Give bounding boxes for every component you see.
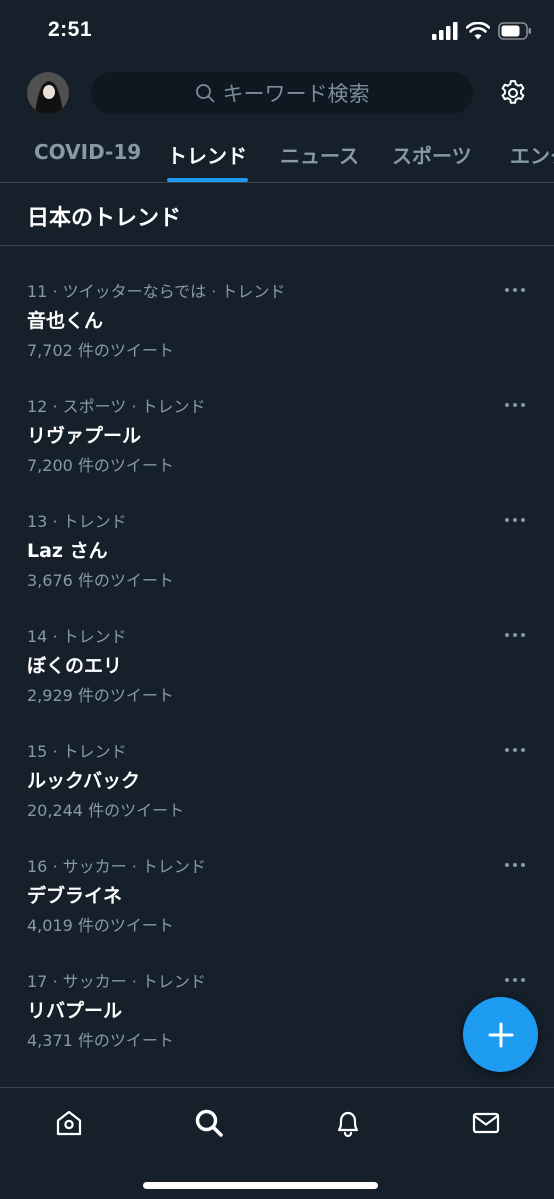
home-icon[interactable] [54, 1108, 84, 1138]
trend-name: デブライネ [27, 885, 123, 907]
cellular-signal-icon [432, 22, 458, 40]
trend-meta: 16 · サッカー · トレンド [27, 857, 206, 876]
trend-count: 2,929 件のツイート [27, 686, 174, 705]
more-options-icon[interactable] [504, 970, 526, 990]
avatar[interactable] [27, 72, 69, 114]
trend-name: Laz さん [27, 540, 108, 562]
trend-count: 7,702 件のツイート [27, 341, 174, 360]
tab-trends[interactable]: トレンド [167, 140, 247, 169]
status-bar: 2:51 [0, 0, 554, 64]
mail-icon[interactable] [471, 1108, 501, 1138]
trend-meta: 15 · トレンド [27, 742, 127, 761]
trend-meta: 13 · トレンド [27, 512, 127, 531]
status-time: 2:51 [48, 18, 93, 41]
trend-item[interactable]: 15 · トレンド ルックバック 20,244 件のツイート [0, 730, 554, 845]
section-title: 日本のトレンド [27, 206, 182, 231]
search-icon [195, 84, 214, 103]
active-tab-indicator [167, 178, 248, 182]
more-options-icon[interactable] [504, 625, 526, 645]
tab-bar: COVID-19 トレンド ニュース スポーツ エンタ [0, 124, 554, 183]
trend-list: 11 · ツイッターならでは · トレンド 音也くん 7,702 件のツイート … [0, 270, 554, 1075]
trend-count: 20,244 件のツイート [27, 801, 185, 820]
trend-item[interactable]: 14 · トレンド ぼくのエリ 2,929 件のツイート [0, 615, 554, 730]
trend-name: ぼくのエリ [27, 655, 123, 677]
trend-meta: 11 · ツイッターならでは · トレンド [27, 282, 286, 301]
tab-entertainment[interactable]: エンタ [510, 140, 554, 169]
app-window: 2:51 キーワード検索 COVID-19 トレンド ニュース スポーツ エン … [0, 0, 554, 1199]
trend-item[interactable]: 13 · トレンド Laz さん 3,676 件のツイート [0, 500, 554, 615]
header: キーワード検索 [0, 64, 554, 124]
tab-news[interactable]: ニュース [280, 140, 359, 169]
trend-name: リヴァプール [27, 425, 142, 447]
trend-item[interactable]: 11 · ツイッターならでは · トレンド 音也くん 7,702 件のツイート [0, 270, 554, 385]
trend-meta: 12 · スポーツ · トレンド [27, 397, 206, 416]
search-icon[interactable] [194, 1108, 224, 1138]
trend-item[interactable]: 12 · スポーツ · トレンド リヴァプール 7,200 件のツイート [0, 385, 554, 500]
wifi-icon [466, 22, 490, 40]
trend-meta: 17 · サッカー · トレンド [27, 972, 206, 991]
battery-icon [498, 22, 531, 40]
settings-gear-icon[interactable] [498, 78, 528, 108]
tab-covid-19[interactable]: COVID-19 [34, 140, 141, 164]
more-options-icon[interactable] [504, 855, 526, 875]
avatar-image [27, 72, 69, 114]
more-options-icon[interactable] [504, 280, 526, 300]
home-indicator [143, 1182, 378, 1189]
compose-tweet-button[interactable] [463, 997, 538, 1072]
bell-icon[interactable] [333, 1108, 363, 1138]
tab-sports[interactable]: スポーツ [392, 140, 472, 169]
search-placeholder: キーワード検索 [222, 82, 370, 106]
search-input[interactable]: キーワード検索 [91, 72, 473, 114]
plus-icon [488, 1022, 513, 1047]
trend-count: 4,019 件のツイート [27, 916, 174, 935]
trend-count: 7,200 件のツイート [27, 456, 174, 475]
status-icons [432, 22, 532, 40]
more-options-icon[interactable] [504, 740, 526, 760]
trend-item[interactable]: 16 · サッカー · トレンド デブライネ 4,019 件のツイート [0, 845, 554, 960]
trend-name: リバプール [27, 1000, 123, 1022]
trend-name: ルックバック [27, 770, 141, 792]
trend-count: 3,676 件のツイート [27, 571, 174, 590]
trend-name: 音也くん [27, 310, 104, 332]
more-options-icon[interactable] [504, 510, 526, 530]
section-header: 日本のトレンド [0, 183, 554, 246]
trend-meta: 14 · トレンド [27, 627, 127, 646]
trend-count: 4,371 件のツイート [27, 1031, 174, 1050]
more-options-icon[interactable] [504, 395, 526, 415]
